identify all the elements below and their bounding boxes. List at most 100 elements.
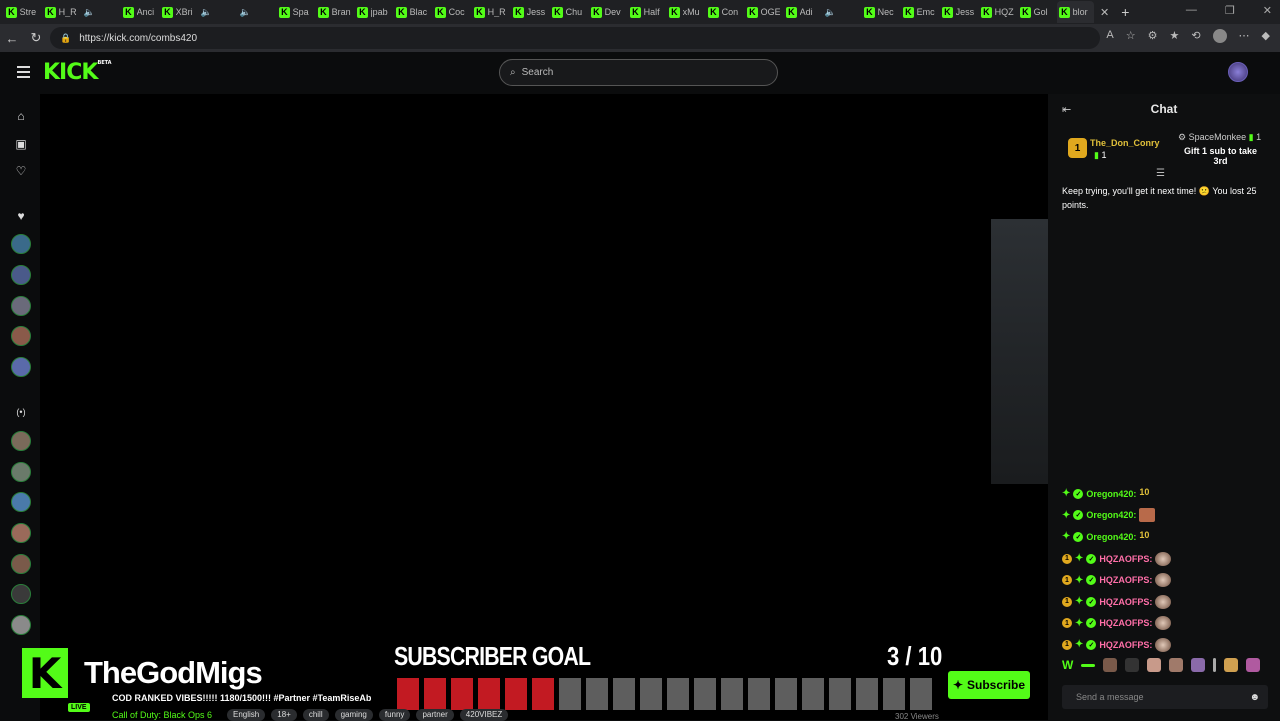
stream-tag[interactable]: 18+: [271, 709, 297, 721]
more-icon[interactable]: ⋯: [1239, 29, 1250, 43]
verified-badge-icon: ✓: [1073, 510, 1084, 521]
emote[interactable]: [1147, 658, 1162, 672]
stream-tag[interactable]: English: [227, 709, 266, 721]
favorite-star-icon[interactable]: ☆: [1126, 29, 1136, 43]
channel-avatar[interactable]: [11, 265, 31, 285]
kick-favicon-icon: K: [1059, 6, 1070, 18]
browser-tab[interactable]: 🔈: [238, 1, 275, 23]
following-icon[interactable]: ♡: [11, 161, 31, 181]
browser-tab[interactable]: K Jess: [940, 1, 977, 23]
leaderboard-second[interactable]: ⚙ SpaceMonkee ▮ 1: [1178, 132, 1261, 143]
chat-username[interactable]: HQZAOFPS:: [1099, 554, 1152, 564]
emote[interactable]: [1191, 658, 1206, 672]
chat-username[interactable]: HQZAOFPS:: [1099, 575, 1152, 585]
subscribe-button[interactable]: ✦ Subscribe: [948, 671, 1030, 699]
chat-username[interactable]: HQZAOFPS:: [1099, 618, 1152, 628]
channel-avatar[interactable]: [11, 326, 31, 346]
browser-tab[interactable]: K Gol: [1018, 1, 1055, 23]
channel-avatar[interactable]: [11, 584, 31, 604]
chat-username[interactable]: Oregon420:: [1086, 532, 1136, 542]
stream-tag[interactable]: funny: [378, 709, 411, 721]
emote[interactable]: W: [1062, 658, 1073, 672]
emote[interactable]: [1081, 663, 1096, 667]
menu-icon[interactable]: [17, 66, 30, 81]
profile-avatar[interactable]: [1212, 29, 1227, 43]
chat-username[interactable]: HQZAOFPS:: [1099, 640, 1152, 650]
emote[interactable]: [1103, 658, 1118, 672]
browser-tab[interactable]: K Chu: [550, 1, 587, 23]
chat-input[interactable]: Send a message ☻: [1062, 685, 1268, 709]
browser-tab[interactable]: K XBri: [160, 1, 197, 23]
copilot-icon[interactable]: ◆: [1262, 29, 1270, 43]
emote[interactable]: [1213, 658, 1217, 672]
browser-tab[interactable]: Kjpab: [355, 1, 392, 23]
stream-category[interactable]: Call of Duty: Black Ops 6: [112, 710, 212, 720]
browser-tab[interactable]: K Jess: [511, 1, 548, 23]
stream-tag[interactable]: partner: [416, 709, 454, 721]
emoji-icon[interactable]: ☻: [1249, 692, 1260, 703]
browser-tab[interactable]: K Dev: [589, 1, 626, 23]
browser-tab[interactable]: K H_R: [43, 1, 80, 23]
chat-username[interactable]: HQZAOFPS:: [1099, 597, 1152, 607]
browser-tab[interactable]: K Stre: [4, 1, 41, 23]
browser-tab[interactable]: K Emc: [901, 1, 938, 23]
maximize-icon[interactable]: ❐: [1225, 4, 1235, 17]
stream-tag[interactable]: chill: [302, 709, 329, 721]
channel-avatar[interactable]: [11, 296, 31, 316]
channel-avatar[interactable]: [11, 431, 31, 451]
browser-tab[interactable]: K Half: [628, 1, 665, 23]
stream-tag[interactable]: 420VIBEZ: [459, 709, 509, 721]
back-icon[interactable]: ←: [0, 31, 24, 46]
browser-tab[interactable]: Kblor: [1057, 1, 1094, 23]
channel-avatar[interactable]: [11, 357, 31, 377]
browser-tab[interactable]: K Bran: [316, 1, 353, 23]
video-player[interactable]: [40, 94, 1048, 720]
browser-tab[interactable]: K Blac: [394, 1, 431, 23]
browser-tab[interactable]: K Anci: [121, 1, 158, 23]
browser-tab[interactable]: K Con: [706, 1, 743, 23]
url-field[interactable]: 🔒 https://kick.com/combs420: [50, 27, 1100, 49]
browser-tab[interactable]: 🔈: [82, 1, 119, 23]
emote[interactable]: [1169, 658, 1184, 672]
chat-username[interactable]: Oregon420:: [1086, 510, 1136, 520]
channel-avatar[interactable]: [11, 492, 31, 512]
chat-username[interactable]: Oregon420:: [1086, 489, 1136, 499]
browser-tab[interactable]: K Coc: [433, 1, 470, 23]
channel-avatar[interactable]: [11, 234, 31, 254]
new-tab-icon[interactable]: +: [1121, 4, 1129, 20]
browse-icon[interactable]: ▣: [11, 134, 31, 154]
emote[interactable]: [1246, 658, 1261, 672]
extensions-icon[interactable]: ⚙: [1148, 29, 1158, 43]
browser-tab[interactable]: K Nec: [862, 1, 899, 23]
user-avatar[interactable]: [1228, 62, 1248, 82]
stream-tag[interactable]: gaming: [334, 709, 373, 721]
browser-tab[interactable]: K HQZ: [979, 1, 1016, 23]
emote[interactable]: [1224, 658, 1239, 672]
read-aloud-icon[interactable]: A: [1106, 29, 1113, 43]
search-input[interactable]: ⌕ Search: [499, 59, 778, 86]
history-icon[interactable]: ⟲: [1191, 29, 1200, 43]
browser-tab[interactable]: K Adi: [784, 1, 821, 23]
close-tab-icon[interactable]: ✕: [1100, 6, 1109, 19]
tab-title: Anci: [136, 7, 155, 17]
channel-avatar[interactable]: [11, 554, 31, 574]
leaderboard-first-name[interactable]: The_Don_Conry: [1090, 138, 1160, 148]
browser-tab[interactable]: K OGE: [745, 1, 782, 23]
reload-icon[interactable]: ↻: [24, 30, 48, 46]
browser-tab[interactable]: KxMu: [667, 1, 704, 23]
browser-tab[interactable]: K H_R: [472, 1, 509, 23]
close-window-icon[interactable]: ✕: [1263, 4, 1272, 17]
kick-logo[interactable]: KICKBETA: [43, 60, 112, 85]
channel-avatar[interactable]: [11, 462, 31, 482]
filter-icon[interactable]: ☰: [1156, 168, 1165, 179]
browser-tab[interactable]: 🔈: [199, 1, 236, 23]
home-icon[interactable]: ⌂: [11, 106, 31, 126]
favorites-icon[interactable]: ★: [1169, 29, 1179, 43]
channel-avatar[interactable]: [11, 523, 31, 543]
browser-tab[interactable]: K Spa: [277, 1, 314, 23]
channel-avatar[interactable]: [11, 615, 31, 635]
minimize-icon[interactable]: —: [1186, 4, 1197, 17]
browser-tab[interactable]: 🔈: [823, 1, 860, 23]
kick-favicon-icon: K: [513, 6, 524, 18]
emote[interactable]: [1125, 658, 1140, 672]
